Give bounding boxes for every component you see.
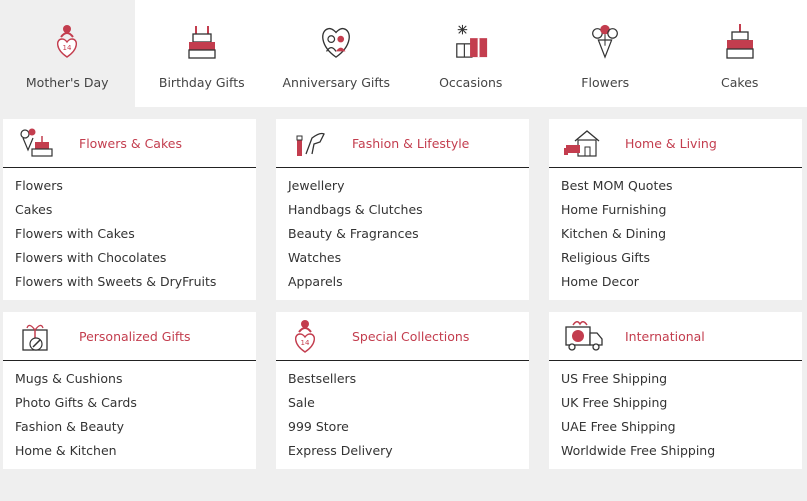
card-title: Personalized Gifts	[79, 328, 191, 344]
mothers-day-icon: 14	[49, 21, 85, 61]
card-link[interactable]: Flowers with Sweets & DryFruits	[15, 274, 256, 298]
card-link[interactable]: Fashion & Beauty	[15, 419, 256, 443]
card-link[interactable]: UK Free Shipping	[561, 395, 802, 419]
tab-label: Occasions	[439, 75, 503, 90]
card-title: Flowers & Cakes	[79, 135, 182, 151]
card-link[interactable]: Bestsellers	[288, 371, 529, 395]
card-link-list: Bestsellers Sale 999 Store Express Deliv…	[276, 361, 529, 473]
tab-occasions[interactable]: Occasions	[404, 0, 539, 107]
card-link[interactable]: 999 Store	[288, 419, 529, 443]
card-link[interactable]: Flowers with Cakes	[15, 226, 256, 250]
card-special-collections: 14 Special Collections Bestsellers Sale …	[276, 312, 529, 469]
tab-flowers[interactable]: Flowers	[538, 0, 673, 107]
card-link[interactable]: Photo Gifts & Cards	[15, 395, 256, 419]
card-link[interactable]: Home Furnishing	[561, 202, 802, 226]
card-title: Fashion & Lifestyle	[352, 135, 470, 151]
card-link[interactable]: Religious Gifts	[561, 250, 802, 274]
flower-bouquet-icon	[587, 21, 623, 61]
card-link-list: US Free Shipping UK Free Shipping UAE Fr…	[549, 361, 802, 473]
card-link[interactable]: US Free Shipping	[561, 371, 802, 395]
card-link[interactable]: Handbags & Clutches	[288, 202, 529, 226]
card-link[interactable]: UAE Free Shipping	[561, 419, 802, 443]
card-link[interactable]: Express Delivery	[288, 443, 529, 467]
flowers-cake-icon	[17, 126, 61, 160]
card-link[interactable]: Kitchen & Dining	[561, 226, 802, 250]
card-link-list: Mugs & Cushions Photo Gifts & Cards Fash…	[3, 361, 256, 473]
card-header[interactable]: Flowers & Cakes	[3, 119, 256, 168]
delivery-truck-icon	[563, 319, 607, 353]
card-link[interactable]: Jewellery	[288, 178, 529, 202]
card-link[interactable]: Watches	[288, 250, 529, 274]
card-header[interactable]: Fashion & Lifestyle	[276, 119, 529, 168]
tab-label: Flowers	[581, 75, 630, 90]
birthday-cake-icon	[184, 21, 220, 61]
card-title: Home & Living	[625, 135, 717, 151]
tab-mothers-day[interactable]: 14 Mother's Day	[0, 0, 135, 107]
badge-number: 14	[63, 44, 72, 52]
cake-icon	[722, 21, 758, 61]
card-header[interactable]: Personalized Gifts	[3, 312, 256, 361]
card-link[interactable]: Worldwide Free Shipping	[561, 443, 802, 467]
tab-anniversary-gifts[interactable]: Anniversary Gifts	[269, 0, 404, 107]
card-link[interactable]: Flowers with Chocolates	[15, 250, 256, 274]
card-link-list: Best MOM Quotes Home Furnishing Kitchen …	[549, 168, 802, 304]
card-header[interactable]: International	[549, 312, 802, 361]
heel-lipstick-icon	[290, 126, 334, 160]
card-fashion-lifestyle: Fashion & Lifestyle Jewellery Handbags &…	[276, 119, 529, 300]
tab-label: Mother's Day	[25, 75, 109, 90]
card-link[interactable]: Cakes	[15, 202, 256, 226]
card-header[interactable]: 14 Special Collections	[276, 312, 529, 361]
card-link[interactable]: Best MOM Quotes	[561, 178, 802, 202]
house-sofa-icon	[563, 126, 607, 160]
card-link[interactable]: Home Decor	[561, 274, 802, 298]
card-header[interactable]: Home & Living	[549, 119, 802, 168]
card-home-living: Home & Living Best MOM Quotes Home Furni…	[549, 119, 802, 300]
card-link[interactable]: Beauty & Fragrances	[288, 226, 529, 250]
mother-heart-icon: 14	[290, 319, 334, 353]
card-link-list: Jewellery Handbags & Clutches Beauty & F…	[276, 168, 529, 304]
card-link[interactable]: Flowers	[15, 178, 256, 202]
card-international: International US Free Shipping UK Free S…	[549, 312, 802, 469]
category-tabs: 14 Mother's Day Birthday Gifts Anniversa…	[0, 0, 807, 107]
card-link[interactable]: Mugs & Cushions	[15, 371, 256, 395]
gift-firework-icon	[453, 21, 489, 61]
couple-heart-icon	[318, 21, 354, 61]
tab-label: Cakes	[721, 75, 759, 90]
gift-pen-icon	[17, 319, 61, 353]
card-flowers-cakes: Flowers & Cakes Flowers Cakes Flowers wi…	[3, 119, 256, 300]
card-title: International	[625, 328, 705, 344]
card-personalized-gifts: Personalized Gifts Mugs & Cushions Photo…	[3, 312, 256, 469]
tab-label: Birthday Gifts	[158, 75, 245, 90]
card-link[interactable]: Apparels	[288, 274, 529, 298]
card-link[interactable]: Home & Kitchen	[15, 443, 256, 467]
card-link-list: Flowers Cakes Flowers with Cakes Flowers…	[3, 168, 256, 304]
badge-number: 14	[301, 339, 310, 347]
tab-cakes[interactable]: Cakes	[673, 0, 807, 107]
card-link[interactable]: Sale	[288, 395, 529, 419]
tab-birthday-gifts[interactable]: Birthday Gifts	[135, 0, 270, 107]
card-title: Special Collections	[352, 328, 470, 344]
tab-label: Anniversary Gifts	[282, 75, 391, 90]
